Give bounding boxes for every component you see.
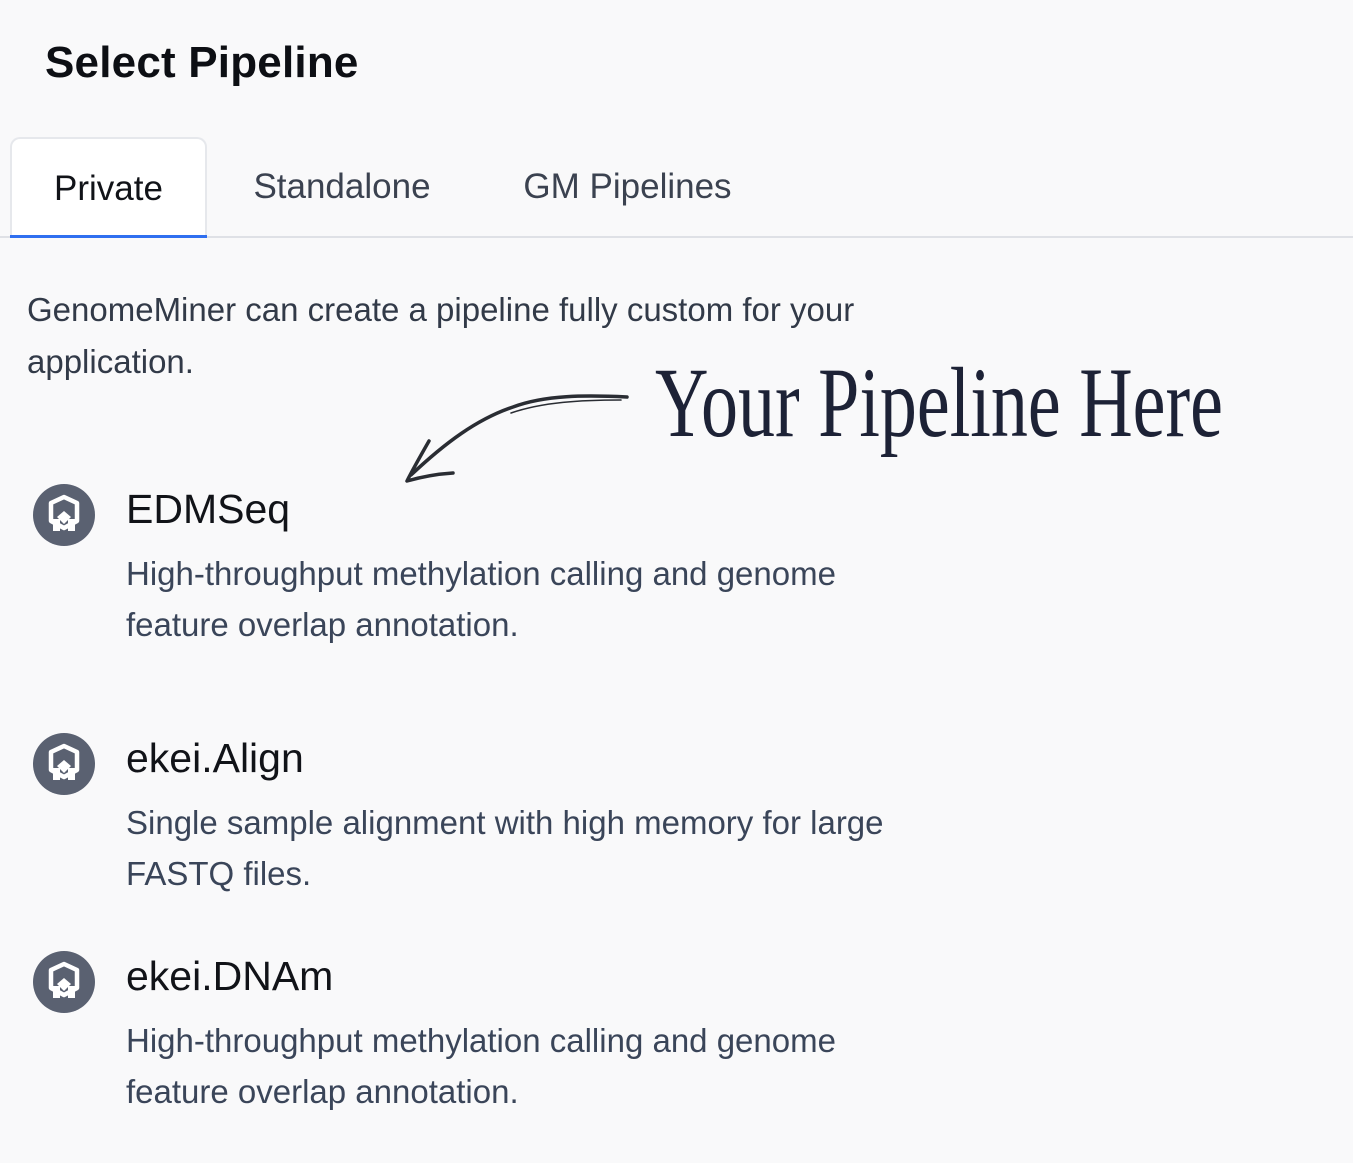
tab-private[interactable]: Private <box>10 137 207 238</box>
tab-gm-pipelines[interactable]: GM Pipelines <box>505 137 750 236</box>
page-title: Select Pipeline <box>45 38 359 87</box>
annotation-text: Your Pipeline Here <box>655 347 1223 458</box>
pipeline-icon <box>33 484 95 546</box>
tab-standalone[interactable]: Standalone <box>232 137 452 236</box>
pipeline-icon <box>33 951 95 1013</box>
pipeline-description: Single sample alignment with high memory… <box>126 804 884 892</box>
pipeline-name: EDMSeq <box>126 486 291 532</box>
pipeline-icon <box>33 733 95 795</box>
pipeline-description: High-throughput methylation calling and … <box>126 1022 836 1110</box>
pipeline-description: High-throughput methylation calling and … <box>126 555 836 643</box>
pipeline-name: ekei.Align <box>126 735 304 781</box>
tab-bar: Private Standalone GM Pipelines <box>0 137 1353 238</box>
hand-drawn-arrow-icon <box>405 394 629 483</box>
pipeline-name: ekei.DNAm <box>126 953 334 999</box>
